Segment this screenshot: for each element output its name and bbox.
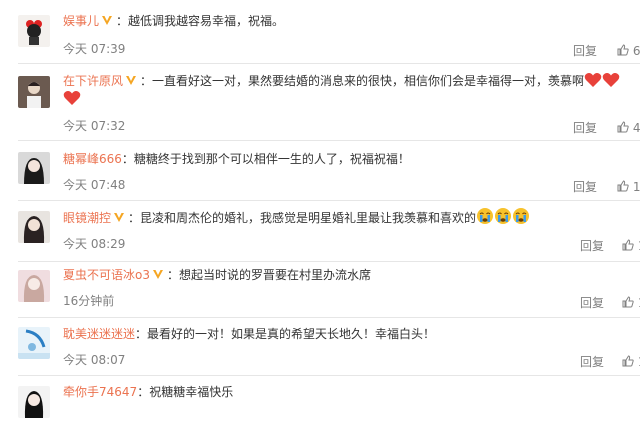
reply-button[interactable]: 回复 (573, 43, 597, 59)
divider (18, 375, 640, 376)
reply-button[interactable]: 回复 (580, 354, 604, 370)
like-button[interactable]: 4 (617, 120, 640, 136)
comment-line: 娱事儿 ：越低调我越容易幸福，祝福。 (63, 14, 285, 28)
comment-text: 越低调我越容易幸福，祝福。 (128, 14, 285, 28)
like-count: 6 (632, 44, 640, 58)
comment-line: 夏虫不可语冰o3 ：想起当时说的罗晋要在村里办流水席 (63, 268, 372, 282)
username-link[interactable]: 糖幂峰666 (63, 152, 122, 166)
cry-emoji-icon (476, 207, 494, 225)
divider (18, 317, 640, 318)
cry-emoji-icon (512, 207, 530, 225)
thumbs-up-icon (622, 239, 634, 251)
username-link[interactable]: 在下许原风 (63, 74, 123, 88)
divider (18, 261, 640, 262)
comment-text: 祝糖糖幸福快乐 (149, 385, 234, 399)
reply-button[interactable]: 回复 (573, 179, 597, 195)
comment-line: 耽美迷迷迷迷：最看好的一对！如果是真的希望天长地久！幸福白头！ (63, 327, 436, 341)
thumbs-up-icon (622, 355, 634, 367)
comment-line: 糖幂峰666：糖糖终于找到那个可以相伴一生的人了，祝福祝福！ (63, 152, 410, 166)
like-button[interactable]: 1 (622, 238, 640, 254)
comment-time: 16分钟前 (63, 294, 115, 308)
vip-badge-icon (152, 268, 164, 280)
reply-button[interactable]: 回复 (573, 120, 597, 136)
divider (18, 200, 640, 201)
avatar[interactable] (18, 386, 50, 418)
username-link[interactable]: 娱事儿 (63, 14, 99, 28)
comment-line: 在下许原风 ：一直看好这一对，果然要结婚的消息来的很快，相信你们会是幸福得一对，羡… (63, 72, 628, 108)
thumbs-up-icon (617, 44, 629, 56)
comment-time: 今天 08:07 (63, 353, 126, 367)
reply-button[interactable]: 回复 (580, 295, 604, 311)
username-link[interactable]: 耽美迷迷迷迷 (63, 327, 135, 341)
comment-text: 昆凌和周杰伦的婚礼，我感觉是明星婚礼里最让我羡慕和喜欢的 (140, 211, 477, 225)
thumbs-up-icon (617, 121, 629, 133)
divider (18, 63, 640, 64)
like-button[interactable]: 1 (617, 179, 640, 195)
avatar[interactable] (18, 152, 50, 184)
comment-time: 今天 07:48 (63, 178, 126, 192)
reply-button[interactable]: 回复 (580, 238, 604, 254)
comment-time: 今天 07:32 (63, 119, 126, 133)
like-button[interactable]: 1 (622, 295, 640, 311)
vip-badge-icon (101, 14, 113, 26)
vip-badge-icon (113, 211, 125, 223)
comment-line: 牵你手74647：祝糖糖幸福快乐 (63, 385, 234, 399)
cry-emoji-icon (494, 207, 512, 225)
username-link[interactable]: 眼镜潮控 (63, 211, 111, 225)
comment-list: 娱事儿 ：越低调我越容易幸福，祝福。 今天 07:39 回复 6 在下许原风 ：一直… (0, 0, 640, 440)
comment-text: 糖糖终于找到那个可以相伴一生的人了，祝福祝福！ (133, 152, 410, 166)
like-button[interactable]: 6 (617, 43, 640, 59)
username-link[interactable]: 牵你手74647 (63, 385, 137, 399)
heart-emoji-icon (63, 90, 81, 106)
avatar[interactable] (18, 327, 50, 359)
heart-emoji-icon (602, 72, 620, 88)
like-count: 4 (632, 121, 640, 135)
like-count: 1 (632, 180, 640, 194)
like-button[interactable]: 1 (622, 354, 640, 370)
comment-text: 一直看好这一对，果然要结婚的消息来的很快，相信你们会是幸福得一对，羡慕啊 (152, 74, 585, 88)
avatar[interactable] (18, 211, 50, 243)
heart-emoji-icon (584, 72, 602, 88)
thumbs-up-icon (617, 180, 629, 192)
comment-text: 最看好的一对！如果是真的希望天长地久！幸福白头！ (147, 327, 436, 341)
avatar[interactable] (18, 15, 50, 47)
divider (18, 140, 640, 141)
comment-text: 想起当时说的罗晋要在村里办流水席 (179, 268, 372, 282)
avatar[interactable] (18, 270, 50, 302)
comment-time: 今天 07:39 (63, 42, 126, 56)
username-link[interactable]: 夏虫不可语冰o3 (63, 268, 150, 282)
comment-line: 眼镜潮控 ：昆凌和周杰伦的婚礼，我感觉是明星婚礼里最让我羡慕和喜欢的 (63, 207, 630, 227)
thumbs-up-icon (622, 296, 634, 308)
vip-badge-icon (125, 74, 137, 86)
avatar[interactable] (18, 76, 50, 108)
comment-time: 今天 08:29 (63, 237, 126, 251)
